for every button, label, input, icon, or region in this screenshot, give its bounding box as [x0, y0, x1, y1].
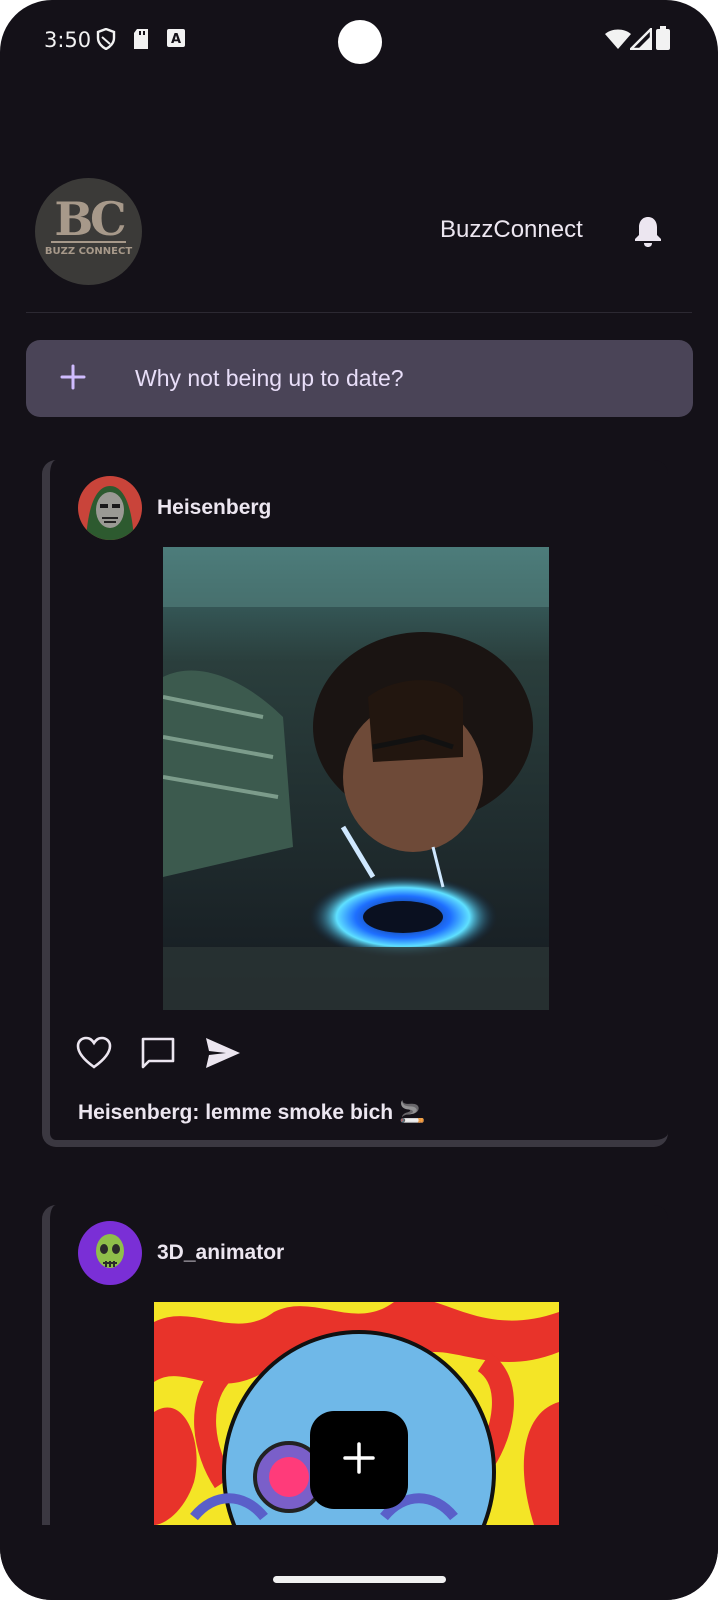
plus-icon [58, 362, 88, 392]
app-logo[interactable]: BC BUZZ CONNECT [35, 178, 142, 285]
logo-subtext: BUZZ CONNECT [44, 246, 133, 257]
create-post-fab[interactable] [310, 1411, 408, 1509]
post-card: Heisenberg Heisenberg: lemme smoke bich … [42, 460, 668, 1147]
font-a-icon: A [166, 28, 186, 53]
shield-icon [96, 27, 116, 55]
heart-icon[interactable] [76, 1036, 116, 1076]
post-caption: Heisenberg: lemme smoke bich 🚬 [78, 1101, 426, 1124]
home-indicator[interactable] [273, 1576, 446, 1583]
post-username[interactable]: 3D_animator [157, 1241, 284, 1265]
post-username[interactable]: Heisenberg [157, 496, 271, 520]
plus-icon [341, 1440, 377, 1481]
bell-icon[interactable] [632, 214, 664, 248]
logo-rule [51, 241, 126, 243]
app-title: BuzzConnect [440, 216, 583, 243]
composer-placeholder: Why not being up to date? [135, 365, 404, 391]
logo-monogram: BC [54, 192, 126, 246]
user-avatar[interactable] [78, 1221, 142, 1285]
status-time: 3:50 [44, 28, 92, 52]
signal-icon [628, 26, 653, 55]
sd-card-icon [132, 28, 150, 55]
user-avatar[interactable] [78, 476, 142, 540]
post-actions [76, 1036, 276, 1076]
send-icon[interactable] [204, 1036, 244, 1076]
phone-screen: 3:50 A BC BUZZ CONNECT BuzzConnect Why n… [0, 0, 718, 1600]
navigation-bar-area [0, 1525, 718, 1600]
new-post-composer[interactable]: Why not being up to date? [26, 340, 693, 417]
battery-icon [656, 26, 670, 55]
svg-text:A: A [171, 32, 181, 47]
comment-icon[interactable] [140, 1036, 180, 1076]
camera-cutout [338, 20, 382, 64]
wifi-icon [604, 28, 632, 55]
post-image[interactable] [163, 547, 549, 1010]
header-divider [26, 312, 692, 313]
